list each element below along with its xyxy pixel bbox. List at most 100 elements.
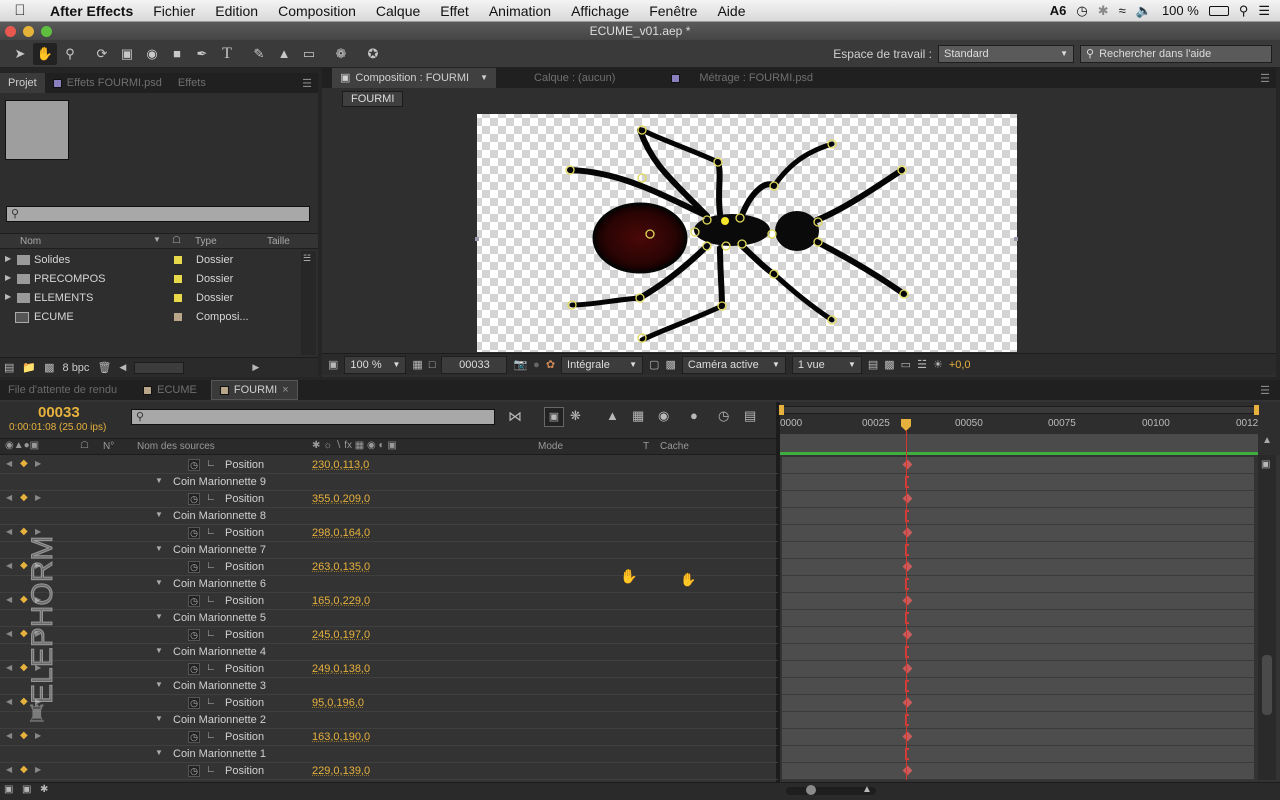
prev-keyframe-icon[interactable]: ◀ (6, 527, 12, 536)
keyframe-diamond[interactable] (902, 731, 913, 742)
next-keyframe-icon[interactable]: ▶ (35, 765, 41, 774)
next-keyframe-icon[interactable]: ▶ (35, 731, 41, 740)
timeline-track[interactable] (782, 576, 1254, 593)
prev-keyframe-icon[interactable]: ◀ (6, 731, 12, 740)
position-property-row[interactable]: ◀ ◆ ▶ ◷ ∟ Position 163,0,190,0 (0, 729, 778, 746)
position-property-row[interactable]: ◀ ◆ ▶ ◷ ∟ Position 263,0,135,0 (0, 559, 778, 576)
lock-icon[interactable]: ▣ (340, 68, 350, 88)
label-color[interactable] (174, 294, 182, 302)
disclosure-triangle-icon[interactable]: ▼ (155, 476, 163, 485)
tab-fourmi[interactable]: FOURMI × (210, 380, 298, 400)
close-window-button[interactable] (5, 26, 16, 37)
timeline-track[interactable] (782, 678, 1254, 695)
stopwatch-icon[interactable]: ◷ (188, 527, 200, 539)
position-value[interactable]: 229,0,139,0 (312, 765, 370, 777)
graph-icon[interactable]: ∟ (206, 594, 216, 605)
roto-brush-tool-icon[interactable]: ❁ (329, 43, 353, 65)
time-machine-icon[interactable]: ◷ (1076, 3, 1087, 19)
motion-blur-icon[interactable]: ◉ (658, 408, 669, 424)
position-value[interactable]: 95,0,196,0 (312, 697, 364, 709)
position-value[interactable]: 355,0,209,0 (312, 493, 370, 505)
comp-breadcrumb-chip[interactable]: FOURMI (342, 91, 404, 107)
prev-keyframe-icon[interactable]: ◀ (6, 663, 12, 672)
menu-affichage[interactable]: Affichage (561, 3, 639, 19)
timeline-track[interactable] (782, 542, 1254, 559)
minimize-window-button[interactable] (23, 26, 34, 37)
graph-editor-icon[interactable]: ▤ (744, 408, 756, 424)
zoom-select[interactable]: 100 % ▼ (344, 355, 407, 374)
transparency-grid-icon[interactable]: ▩ (665, 358, 675, 371)
puppet-pin-group-row[interactable]: ▼ Coin Marionnette 1 (0, 746, 778, 763)
workspace-select[interactable]: Standard ▼ (938, 44, 1074, 63)
disclosure-triangle-icon[interactable]: ▼ (155, 748, 163, 757)
keyframe-diamond[interactable] (902, 561, 913, 572)
menu-effet[interactable]: Effet (430, 3, 479, 19)
next-keyframe-icon[interactable]: ▶ (35, 459, 41, 468)
column-cache[interactable]: Cache (660, 441, 689, 452)
project-item[interactable]: ▶ PRECOMPOS Dossier (0, 270, 300, 289)
comp-button-icon[interactable]: ▣ (1261, 459, 1270, 470)
region-of-interest-icon[interactable]: □ (429, 359, 436, 371)
work-area-start-handle[interactable] (779, 405, 784, 415)
project-search-field[interactable]: ⚲ (6, 206, 310, 222)
column-t[interactable]: T (643, 441, 649, 452)
disclosure-triangle-icon[interactable]: ▼ (155, 578, 163, 587)
disclosure-triangle-icon[interactable]: ▼ (155, 612, 163, 621)
position-value[interactable]: 245,0,197,0 (312, 629, 370, 641)
timeline-track[interactable] (782, 525, 1254, 542)
prev-keyframe-icon[interactable]: ◀ (6, 765, 12, 774)
position-value[interactable]: 298,0,164,0 (312, 527, 370, 539)
stopwatch-icon[interactable]: ◷ (188, 765, 200, 777)
clone-stamp-tool-icon[interactable]: ▲ (272, 43, 296, 65)
auto-keyframe-icon[interactable]: ◷ (718, 408, 729, 424)
zoom-tool-icon[interactable]: ⚲ (58, 43, 82, 65)
position-property-row[interactable]: ◀ ◆ ▶ ◷ ∟ Position 95,0,196,0 (0, 695, 778, 712)
brainstorm-icon[interactable]: ● (690, 408, 698, 423)
label-column-icon[interactable]: ☖ (80, 440, 89, 451)
position-property-row[interactable]: ◀ ◆ ▶ ◷ ∟ Position 298,0,164,0 (0, 525, 778, 542)
position-value[interactable]: 249,0,138,0 (312, 663, 370, 675)
new-folder-icon[interactable]: 📁 (22, 361, 36, 374)
panel-menu-icon[interactable]: ☰ (1260, 72, 1276, 85)
pan-behind-tool-icon[interactable]: ◉ (140, 43, 164, 65)
timeline-track[interactable] (782, 508, 1254, 525)
current-frame-field[interactable]: 00033 (441, 355, 508, 374)
project-scrollbar[interactable]: ☱ (301, 251, 316, 355)
panel-menu-icon[interactable]: ☰ (1260, 384, 1280, 397)
prev-keyframe-icon[interactable]: ◀ (6, 561, 12, 570)
volume-icon[interactable]: 🔈 (1136, 3, 1152, 19)
disclosure-triangle-icon[interactable]: ▼ (155, 646, 163, 655)
notification-icon[interactable]: ☰ (1258, 3, 1270, 19)
column-source-name[interactable]: Nom des sources (137, 441, 215, 452)
draft-3d-icon[interactable]: ❋ (570, 408, 581, 424)
disclosure-triangle-icon[interactable]: ▼ (155, 714, 163, 723)
tab-render-queue[interactable]: File d'attente de rendu (0, 380, 125, 400)
tab-effets-fourmi[interactable]: Effets FOURMI.psd (45, 73, 170, 93)
graph-icon[interactable]: ∟ (206, 560, 216, 571)
timeline-track[interactable] (782, 644, 1254, 661)
menu-fenetre[interactable]: Fenêtre (639, 3, 707, 19)
position-property-row[interactable]: ◀ ◆ ▶ ◷ ∟ Position 229,0,139,0 (0, 763, 778, 780)
fast-previews-icon[interactable]: ▢ (649, 358, 659, 371)
disclosure-triangle-icon[interactable]: ▼ (155, 680, 163, 689)
menu-fichier[interactable]: Fichier (143, 3, 205, 19)
frame-blending-icon[interactable]: ▦ (632, 408, 644, 424)
camera-select[interactable]: Caméra active ▼ (681, 355, 786, 374)
wifi-icon[interactable]: ≈ (1119, 3, 1126, 18)
tab-effets[interactable]: Effets (170, 73, 214, 93)
time-navigator[interactable] (780, 434, 1258, 454)
menu-animation[interactable]: Animation (479, 3, 561, 19)
text-tool-icon[interactable]: T (215, 43, 239, 65)
disclosure-triangle-icon[interactable]: ▼ (155, 510, 163, 519)
show-snapshot-icon[interactable]: ● (533, 359, 540, 371)
puppet-pin-group-row[interactable]: ▼ Coin Marionnette 6 (0, 576, 778, 593)
timeline-track[interactable] (782, 746, 1254, 763)
timeline-track[interactable] (782, 457, 1254, 474)
battery-label[interactable]: 100 % (1162, 3, 1199, 18)
chevron-down-icon[interactable]: ▼ (480, 68, 488, 88)
timeline-track[interactable] (782, 610, 1254, 627)
eraser-tool-icon[interactable]: ▭ (297, 43, 321, 65)
channel-icon[interactable]: ✿ (546, 358, 555, 371)
keyframe-add-icon[interactable]: ◆ (20, 492, 28, 503)
resolution-icon[interactable]: ▦ (412, 358, 422, 371)
